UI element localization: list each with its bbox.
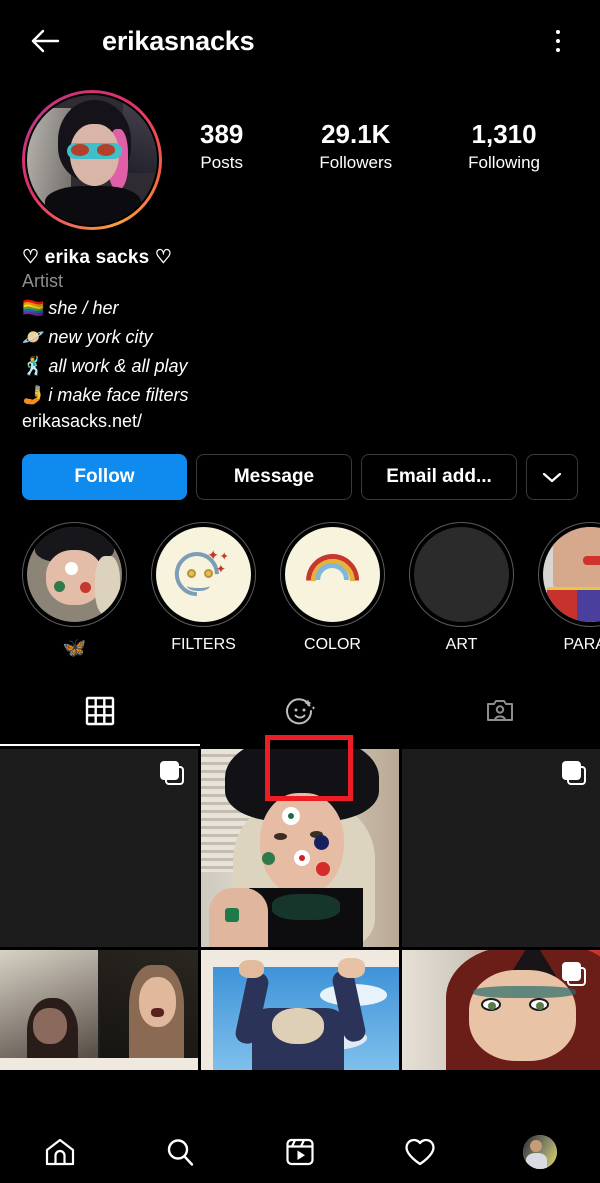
bio-line-text: new york city [48, 327, 153, 348]
highlight-filters[interactable]: ✦ ✦ ✦ FILTERS [151, 522, 256, 660]
bio-line: 🕺 all work & all play [22, 353, 578, 379]
profile-bio: ♡ erika sacks ♡ Artist 🏳️‍🌈 she / her 🪐 ne… [0, 230, 600, 432]
instagram-profile-screen: erikasnacks 389 Posts 29.1K Followers 1,… [0, 0, 600, 1183]
grid-tab[interactable] [0, 676, 200, 746]
carousel-icon [160, 761, 184, 786]
nav-home[interactable] [0, 1135, 120, 1169]
overflow-menu-icon[interactable] [538, 21, 578, 61]
rainbow-flag-icon: 🏳️‍🌈 [22, 298, 45, 318]
highlight-cover [27, 527, 122, 623]
bio-line-text: all work & all play [48, 356, 188, 377]
avatar[interactable] [22, 90, 162, 230]
grid-cell[interactable] [0, 749, 198, 948]
highlight-label: FILTERS [171, 636, 236, 654]
chevron-down-icon [542, 472, 562, 482]
search-icon [167, 1139, 194, 1166]
profile-category: Artist [22, 271, 64, 291]
profile-stats: 389 Posts 29.1K Followers 1,310 Followin… [162, 90, 578, 173]
profile-actions: Follow Message Email add... [0, 432, 600, 501]
grid-icon [85, 697, 115, 726]
saturn-icon: 🪐 [22, 327, 45, 348]
bio-line: 🪐 new york city [22, 324, 578, 350]
follow-button[interactable]: Follow [22, 454, 187, 501]
active-tab-indicator [0, 744, 200, 747]
bio-line-text: i make face filters [48, 385, 189, 406]
dancer-icon: 🕺 [22, 356, 45, 377]
followers-label: Followers [319, 152, 393, 172]
grid-cell[interactable] [402, 950, 600, 1071]
tagged-person-icon [487, 700, 513, 722]
selfie-icon: 🤳 [22, 385, 45, 406]
home-icon [45, 1138, 75, 1166]
highlight-cover [285, 527, 380, 623]
stat-followers[interactable]: 29.1K Followers [319, 118, 392, 173]
grid-cell[interactable] [402, 749, 600, 948]
following-label: Following [468, 152, 540, 172]
grid-cell[interactable] [201, 749, 399, 948]
highlight-label: ART [445, 636, 478, 654]
carousel-icon [562, 761, 586, 786]
more-options-button[interactable] [526, 454, 578, 501]
posts-count: 389 [200, 119, 244, 149]
nav-reels[interactable] [240, 1136, 360, 1168]
highlight-cover [414, 527, 509, 623]
page-title: erikasnacks [102, 25, 255, 56]
app-header: erikasnacks [0, 0, 600, 82]
heart-icon [405, 1138, 435, 1166]
grid-cell[interactable] [201, 950, 399, 1071]
bio-line: 🏳️‍🌈 she / her [22, 295, 578, 321]
display-name: ♡ erika sacks ♡ [22, 247, 173, 268]
avatar-image [25, 93, 159, 227]
website-link[interactable]: erikasacks.net/ [22, 411, 578, 432]
bottom-navigation [0, 1121, 600, 1183]
bio-line-text: she / her [48, 298, 119, 318]
profile-tabs [0, 676, 600, 747]
nav-activity[interactable] [360, 1136, 480, 1168]
story-highlights: 🦋 ✦ ✦ ✦ FILTERS COLOR ART PAR [0, 500, 600, 660]
post-grid [0, 749, 600, 1071]
posts-label: Posts [200, 152, 243, 172]
highlight-color[interactable]: COLOR [280, 522, 385, 660]
stat-following[interactable]: 1,310 Following [468, 118, 540, 173]
nav-search[interactable] [120, 1136, 240, 1168]
carousel-icon [562, 962, 586, 987]
followers-count: 29.1K [321, 119, 391, 149]
highlight-label: COLOR [304, 636, 361, 654]
reels-icon [286, 1138, 314, 1166]
profile-summary: 389 Posts 29.1K Followers 1,310 Followin… [0, 82, 600, 230]
bio-line: 🤳 i make face filters [22, 382, 578, 408]
avatar-icon [523, 1135, 557, 1169]
highlight-parade[interactable]: PARAD [538, 522, 600, 660]
highlight-butterfly[interactable]: 🦋 [22, 522, 127, 660]
following-count: 1,310 [471, 119, 537, 149]
highlight-cover [543, 527, 600, 623]
email-button[interactable]: Email add... [361, 454, 517, 501]
stat-posts[interactable]: 389 Posts [200, 118, 243, 173]
back-arrow-icon[interactable] [22, 18, 68, 64]
tagged-tab[interactable] [400, 676, 600, 746]
nav-profile[interactable] [480, 1135, 600, 1169]
highlight-label: PARAD [563, 636, 600, 654]
message-button[interactable]: Message [196, 454, 352, 501]
grid-cell[interactable] [0, 950, 198, 1071]
highlight-art[interactable]: ART [409, 522, 514, 660]
effects-tab[interactable] [200, 676, 400, 746]
highlight-cover: ✦ ✦ ✦ [156, 527, 251, 623]
highlight-label: 🦋 [62, 638, 87, 660]
smiley-sparkle-icon [286, 698, 316, 725]
